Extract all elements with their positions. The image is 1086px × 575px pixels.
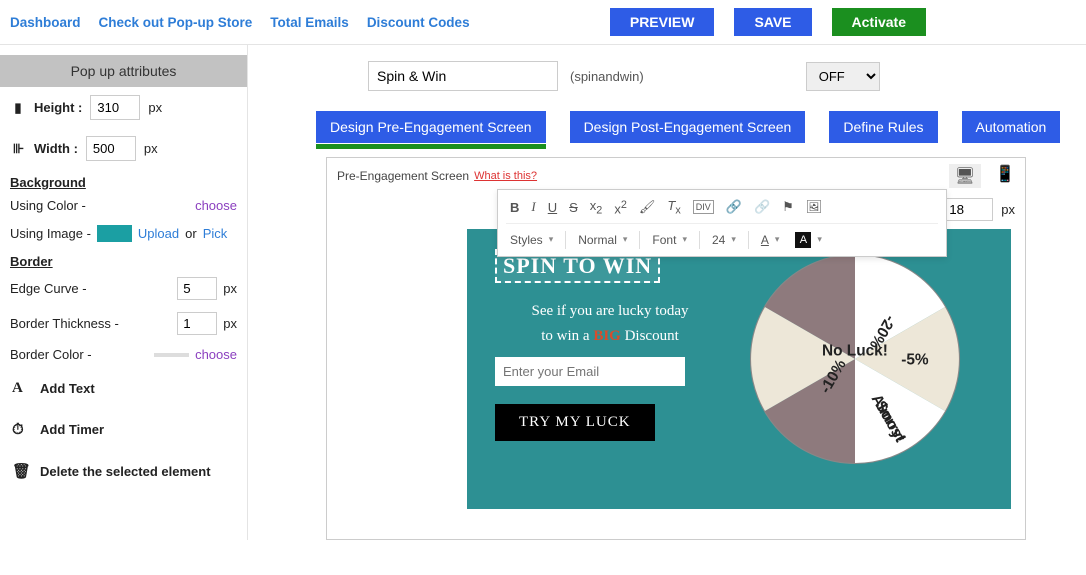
italic-icon[interactable]: I <box>531 199 535 215</box>
nav-popupstore[interactable]: Check out Pop-up Store <box>99 15 253 30</box>
border-thickness-input[interactable] <box>177 312 217 335</box>
sidebar-title: Pop up attributes <box>0 55 247 87</box>
border-thickness-label: Border Thickness - <box>10 316 119 331</box>
width-icon: ⊪ <box>10 141 26 157</box>
font-size-input[interactable] <box>943 198 993 221</box>
save-button[interactable]: SAVE <box>734 8 811 36</box>
width-label: Width : <box>34 141 78 156</box>
popup-line2c[interactable]: Discount <box>621 328 679 344</box>
text-color-icon[interactable]: A▾ <box>757 231 784 249</box>
sidebar: Pop up attributes ▮ Height : px ⊪ Width … <box>0 45 248 540</box>
tab-automation[interactable]: Automation <box>962 111 1061 143</box>
strike-icon[interactable]: S <box>569 200 578 215</box>
div-icon[interactable]: DIV <box>693 200 714 214</box>
popup-slug: (spinandwin) <box>570 69 644 84</box>
wheel-seg-5: No Luck! <box>822 343 888 360</box>
edge-unit: px <box>223 281 237 296</box>
height-icon: ▮ <box>10 100 26 116</box>
border-color-label: Border Color - <box>10 347 92 362</box>
upload-link[interactable]: Upload <box>138 226 179 241</box>
popup-line1[interactable]: See if you are lucky today <box>495 303 725 320</box>
edge-curve-label: Edge Curve - <box>10 281 87 296</box>
bg-swatch[interactable] <box>97 225 132 242</box>
delete-label: Delete the selected element <box>40 464 211 479</box>
wheel-seg-2: -5% <box>901 352 929 369</box>
choose-color-link[interactable]: choose <box>195 198 237 213</box>
try-luck-button[interactable]: TRY MY LUCK <box>495 404 655 441</box>
timer-icon: ⏱ <box>12 421 30 438</box>
nav-discountcodes[interactable]: Discount Codes <box>367 15 470 30</box>
edge-curve-input[interactable] <box>177 277 217 300</box>
status-select[interactable]: OFF <box>806 62 880 91</box>
border-unit: px <box>223 316 237 331</box>
clear-format-icon[interactable]: Tx <box>667 198 680 217</box>
popup-canvas[interactable]: SPIN TO WIN See if you are lucky today t… <box>467 229 1011 509</box>
font-size-unit: px <box>1001 202 1015 217</box>
tab-design-post[interactable]: Design Post-Engagement Screen <box>570 111 806 143</box>
using-image-label: Using Image - <box>10 226 91 241</box>
popup-name-input[interactable] <box>368 61 558 91</box>
underline-icon[interactable]: U <box>548 200 557 215</box>
width-unit: px <box>144 141 158 156</box>
nav-dashboard[interactable]: Dashboard <box>10 15 81 30</box>
border-color-swatch[interactable] <box>154 353 189 357</box>
add-timer-label: Add Timer <box>40 422 104 437</box>
mobile-icon[interactable]: 📱 <box>995 164 1015 188</box>
activate-button[interactable]: Activate <box>832 8 926 36</box>
popup-line2a[interactable]: to win a <box>541 328 593 344</box>
desktop-icon[interactable]: 🖥 <box>949 164 981 188</box>
email-input[interactable] <box>495 357 685 386</box>
spin-wheel[interactable]: 📍 -20% Sorry! <box>745 249 965 469</box>
tab-design-pre[interactable]: Design Pre-Engagement Screen <box>316 111 546 143</box>
height-unit: px <box>148 100 162 115</box>
rich-text-toolbar: B I U S x2 x2 🖌 Tx DIV 🔗 🔗 ⚑ 🖼 <box>497 189 947 257</box>
nav-totalemails[interactable]: Total Emails <box>270 15 349 30</box>
brush-icon[interactable]: 🖌 <box>639 199 656 215</box>
bg-color-icon[interactable]: A▾ <box>791 230 826 250</box>
width-input[interactable] <box>86 136 136 161</box>
border-section: Border <box>0 248 247 271</box>
unlink-icon[interactable]: 🔗 <box>754 199 770 215</box>
styles-select[interactable]: Styles▾ <box>506 231 557 249</box>
tab-rules[interactable]: Define Rules <box>829 111 937 143</box>
editor-breadcrumb: Pre-Engagement Screen <box>337 169 469 183</box>
subscript-icon[interactable]: x2 <box>590 198 603 217</box>
flag-icon[interactable]: ⚑ <box>782 199 794 215</box>
delete-element-button[interactable]: 🗑 Delete the selected element <box>0 450 247 492</box>
font-select[interactable]: Font▾ <box>648 231 691 249</box>
what-is-this-link[interactable]: What is this? <box>474 170 537 182</box>
pick-link[interactable]: Pick <box>203 226 228 241</box>
background-section: Background <box>0 169 247 192</box>
trash-icon: 🗑 <box>12 462 30 480</box>
link-icon[interactable]: 🔗 <box>726 199 742 215</box>
image-icon[interactable]: 🖼 <box>806 199 823 215</box>
bold-icon[interactable]: B <box>510 200 519 215</box>
fontsize-select[interactable]: 24▾ <box>708 231 740 249</box>
or-text: or <box>185 226 197 241</box>
preview-button[interactable]: PREVIEW <box>610 8 715 36</box>
block-select[interactable]: Normal▾ <box>574 231 631 249</box>
text-icon: A <box>12 380 30 397</box>
popup-line2b[interactable]: BIG <box>593 328 621 344</box>
using-color-label: Using Color - <box>10 198 86 213</box>
add-text-button[interactable]: A Add Text <box>0 368 247 409</box>
editor-frame: Pre-Engagement Screen What is this? 🖥 📱 … <box>326 157 1026 540</box>
height-input[interactable] <box>90 95 140 120</box>
superscript-icon[interactable]: x2 <box>614 199 627 216</box>
choose-border-link[interactable]: choose <box>195 347 237 362</box>
add-timer-button[interactable]: ⏱ Add Timer <box>0 409 247 450</box>
height-label: Height : <box>34 100 82 115</box>
add-text-label: Add Text <box>40 381 95 396</box>
